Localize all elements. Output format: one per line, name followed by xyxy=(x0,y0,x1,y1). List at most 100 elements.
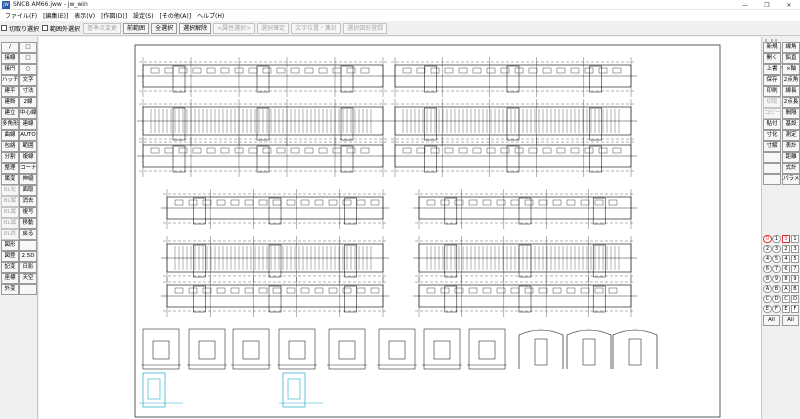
layer-button-D[interactable]: D xyxy=(791,295,799,303)
left-tool-button-20[interactable]: 分割 xyxy=(1,152,19,163)
menu-other[interactable]: [その他(A)] xyxy=(157,11,194,20)
layer-button-1[interactable]: 1 xyxy=(791,235,799,243)
layer-group-button-A[interactable]: A xyxy=(763,285,772,293)
layer-all-button[interactable]: All xyxy=(782,315,799,326)
layer-group-all-button[interactable]: All xyxy=(763,315,780,326)
right-tool-button-17[interactable]: 測定 xyxy=(782,130,800,141)
left-tool-button-41[interactable]: 日影 xyxy=(19,262,37,273)
layer-group-button-4[interactable]: 4 xyxy=(763,255,772,263)
left-tool-button-26[interactable]: BL化 xyxy=(1,185,19,196)
layer-button-3[interactable]: 3 xyxy=(791,245,799,253)
deselect-button[interactable]: 選択解除 xyxy=(179,22,212,34)
right-tool-button-24[interactable] xyxy=(763,174,781,185)
left-tool-button-17[interactable]: AUTO xyxy=(19,130,37,141)
left-tool-button-11[interactable]: 2線 xyxy=(19,97,37,108)
right-tool-button-19[interactable]: 表計 xyxy=(782,141,800,152)
maximize-button[interactable]: ❐ xyxy=(756,0,778,10)
left-tool-button-44[interactable]: 外変 xyxy=(1,284,19,295)
layer-button-5[interactable]: 5 xyxy=(791,255,799,263)
outside-select-checkbox[interactable]: 範囲外選択 xyxy=(42,24,80,33)
previous-range-button[interactable]: 前範囲 xyxy=(123,22,150,34)
menu-help[interactable]: ヘルプ(H) xyxy=(194,11,227,20)
right-tool-button-5[interactable]: ×軸 xyxy=(782,64,800,75)
left-tool-button-31[interactable]: 複写 xyxy=(19,207,37,218)
drawing-svg[interactable] xyxy=(39,37,761,419)
right-tool-button-16[interactable]: 寸化 xyxy=(763,130,781,141)
left-tool-button-1[interactable]: □ xyxy=(19,42,37,53)
right-tool-button-7[interactable]: 2点角 xyxy=(782,75,800,86)
left-tool-button-28[interactable]: BL解 xyxy=(1,196,19,207)
left-tool-button-7[interactable]: 文字 xyxy=(19,75,37,86)
right-tool-button-20[interactable] xyxy=(763,152,781,163)
left-tool-button-12[interactable]: 建立 xyxy=(1,108,19,119)
left-tool-button-5[interactable]: ○ xyxy=(19,64,37,75)
layer-group-button-7[interactable]: 7 xyxy=(772,265,781,273)
left-tool-button-2[interactable]: 接線 xyxy=(1,53,19,64)
text-position-button[interactable]: 文字位置・集計 xyxy=(291,22,342,34)
layer-group-button-D[interactable]: D xyxy=(772,295,781,303)
register-figure-button[interactable]: 選択図形登録 xyxy=(343,22,388,34)
change-base-point-button[interactable]: 基準点変更 xyxy=(83,22,122,34)
right-tool-button-12[interactable]: コピー xyxy=(763,108,781,119)
layer-button-9[interactable]: 9 xyxy=(791,275,799,283)
left-tool-button-33[interactable]: 移動 xyxy=(19,218,37,229)
layer-group-button-B[interactable]: B xyxy=(772,285,781,293)
left-tool-button-6[interactable]: ハッチ xyxy=(1,75,19,86)
left-tool-button-9[interactable]: 寸法 xyxy=(19,86,37,97)
layer-group-button-8[interactable]: 8 xyxy=(763,275,772,283)
right-tool-button-22[interactable] xyxy=(763,163,781,174)
left-tool-button-0[interactable]: / xyxy=(1,42,19,53)
left-tool-button-14[interactable]: 多角形 xyxy=(1,119,19,130)
layer-group-button-0[interactable]: 0 xyxy=(763,235,772,243)
layer-group-button-5[interactable]: 5 xyxy=(772,255,781,263)
right-tool-button-25[interactable]: パラメ xyxy=(782,174,800,185)
menu-file[interactable]: ファイル(F) xyxy=(2,11,40,20)
left-tool-button-3[interactable]: □ xyxy=(19,53,37,64)
left-tool-button-10[interactable]: 建断 xyxy=(1,97,19,108)
layer-button-E[interactable]: E xyxy=(782,305,790,313)
left-tool-button-36[interactable]: 図形 xyxy=(1,240,19,251)
layer-button-0[interactable]: 0 xyxy=(782,235,790,243)
layer-button-2[interactable]: 2 xyxy=(782,245,790,253)
left-tool-button-4[interactable]: 接円 xyxy=(1,64,19,75)
left-tool-button-8[interactable]: 建平 xyxy=(1,86,19,97)
layer-group-button-C[interactable]: C xyxy=(763,295,772,303)
layer-group-button-F[interactable]: F xyxy=(772,305,781,313)
layer-button-C[interactable]: C xyxy=(782,295,790,303)
layer-group-button-1[interactable]: 1 xyxy=(772,235,781,243)
left-tool-button-42[interactable]: 座標 xyxy=(1,273,19,284)
layer-button-B[interactable]: B xyxy=(791,285,799,293)
right-tool-button-1[interactable]: 線角 xyxy=(782,42,800,53)
left-tool-button-18[interactable]: 包絡 xyxy=(1,141,19,152)
left-tool-button-39[interactable]: 2.5D xyxy=(19,251,37,262)
left-tool-button-40[interactable]: 記変 xyxy=(1,262,19,273)
right-tool-button-0[interactable]: 新規 xyxy=(763,42,781,53)
layer-group-button-E[interactable]: E xyxy=(763,305,772,313)
menu-draw[interactable]: [作図(D)] xyxy=(98,11,130,20)
layer-group-button-6[interactable]: 6 xyxy=(763,265,772,273)
right-tool-button-2[interactable]: 開く xyxy=(763,53,781,64)
layer-button-A[interactable]: A xyxy=(782,285,790,293)
left-tool-button-22[interactable]: 整理 xyxy=(1,163,19,174)
right-tool-button-15[interactable]: 基設 xyxy=(782,119,800,130)
left-tool-button-25[interactable]: 伸縮 xyxy=(19,174,37,185)
drawing-canvas[interactable] xyxy=(39,37,761,419)
right-tool-button-21[interactable]: 距離 xyxy=(782,152,800,163)
left-tool-button-24[interactable]: 属変 xyxy=(1,174,19,185)
left-tool-button-38[interactable]: 図登 xyxy=(1,251,19,262)
left-tool-button-43[interactable]: 天空 xyxy=(19,273,37,284)
layer-group-button-9[interactable]: 9 xyxy=(772,275,781,283)
right-tool-button-18[interactable]: 寸解 xyxy=(763,141,781,152)
left-tool-button-21[interactable]: 複線 xyxy=(19,152,37,163)
confirm-selection-button[interactable]: 選択確定 xyxy=(257,22,290,34)
menu-view[interactable]: 表示(V) xyxy=(71,11,98,20)
left-tool-button-34[interactable]: BL終 xyxy=(1,229,19,240)
layer-button-8[interactable]: 8 xyxy=(782,275,790,283)
right-tool-button-10[interactable]: 切取 xyxy=(763,97,781,108)
right-tool-button-23[interactable]: 式計 xyxy=(782,163,800,174)
right-tool-button-6[interactable]: 保存 xyxy=(763,75,781,86)
left-tool-button-32[interactable]: BL編 xyxy=(1,218,19,229)
right-tool-button-11[interactable]: 2点長 xyxy=(782,97,800,108)
left-tool-button-16[interactable]: 曲線 xyxy=(1,130,19,141)
left-tool-button-45[interactable] xyxy=(19,284,37,295)
